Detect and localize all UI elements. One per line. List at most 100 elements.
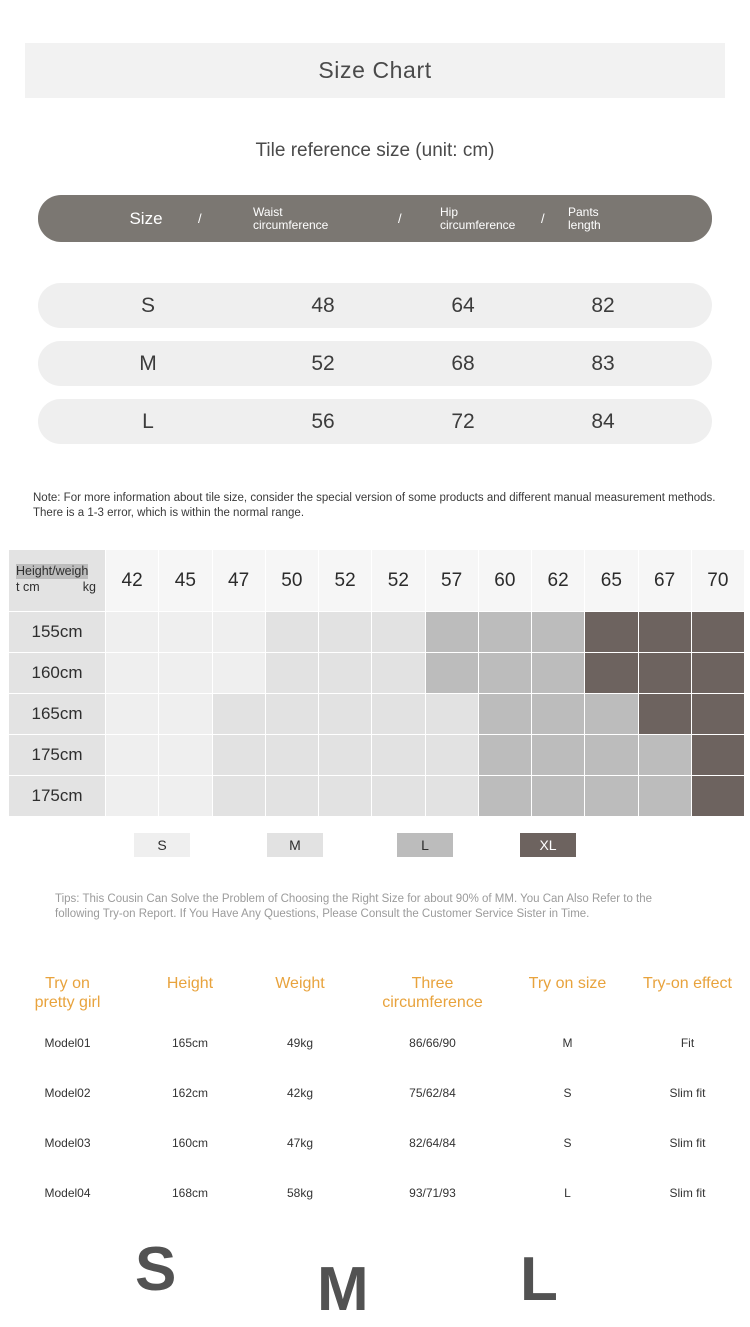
matrix-row: 175cm (8, 734, 746, 776)
matrix-weight-header: 52 (317, 549, 373, 612)
report-header-three-line2: circumference (382, 994, 483, 1011)
report-cell-height: 168cm (171, 1186, 209, 1200)
matrix-row: 160cm (8, 652, 746, 694)
matrix-weight-header: 57 (424, 549, 479, 612)
matrix-cell-xl (690, 611, 746, 653)
report-header-try-on-size: Try on size (528, 975, 607, 992)
table-row: M 52 68 83 (38, 341, 712, 386)
matrix-cell-m (317, 775, 373, 817)
legend-item-s: S (134, 833, 190, 857)
matrix-height-label: 155cm (8, 611, 106, 653)
matrix-cell-m (317, 734, 373, 776)
matrix-cell-l (584, 693, 639, 735)
report-row: Model03 160cm 47kg 82/64/84 S Slim fit (0, 1118, 750, 1168)
matrix-overlay-s: S (135, 1235, 177, 1304)
matrix-row: 155cm (8, 611, 746, 653)
measurement-note: Note: For more information about tile si… (33, 492, 716, 519)
report-cell-effect: Slim fit (669, 1136, 706, 1150)
matrix-cell-m (371, 652, 426, 694)
matrix-cell-m (264, 775, 320, 817)
legend-item-l: L (397, 833, 453, 857)
report-cell-height: 160cm (171, 1136, 209, 1150)
height-weight-matrix: Height/weigh t cm kg 42 45 47 50 52 52 57 60 62 6… (8, 549, 746, 817)
report-cell-size: L (564, 1186, 571, 1200)
matrix-cell-xl (690, 734, 746, 776)
matrix-cell-l (637, 775, 692, 817)
matrix-cell-xl (584, 652, 639, 694)
matrix-row: 165cm (8, 693, 746, 735)
header-separator-1: / (198, 211, 202, 226)
report-cell-effect: Slim fit (669, 1186, 706, 1200)
header-hip-line2: circumference (440, 217, 516, 232)
size-legend: S M L XL (0, 833, 750, 859)
header-waist-circumference: Waist circumference (253, 204, 373, 232)
matrix-cell-m (371, 734, 426, 776)
matrix-height-label: 175cm (8, 734, 106, 776)
report-cell-three: 75/62/84 (409, 1086, 456, 1100)
matrix-cell-l (584, 734, 639, 776)
legend-item-xl: XL (520, 833, 576, 857)
cell-pants: 83 (591, 351, 615, 375)
try-on-report: Try on pretty girl Height Weight Three c… (0, 974, 750, 1218)
matrix-cell-l (530, 775, 586, 817)
report-cell-model: Model03 (44, 1136, 91, 1150)
header-separator-3: / (541, 211, 545, 226)
corner-line-1: Height/weigh (16, 564, 89, 579)
matrix-cell-s (158, 611, 213, 653)
matrix-corner-label: Height/weigh t cm kg (8, 549, 106, 612)
report-row: Model01 165cm 49kg 86/66/90 M Fit (0, 1018, 750, 1068)
matrix-body: 155cm 160cm 165cm 175cm 175cm (8, 611, 746, 817)
table-row: L 56 72 84 (38, 399, 712, 444)
matrix-header-row: Height/weigh t cm kg 42 45 47 50 52 52 57 60 62 6… (8, 549, 746, 612)
matrix-cell-l (477, 693, 533, 735)
matrix-cell-s (104, 734, 160, 776)
report-body: Model01 165cm 49kg 86/66/90 M Fit Model02 162cm… (0, 1018, 750, 1218)
report-header-row: Try on pretty girl Height Weight Three c… (0, 974, 750, 1018)
matrix-weight-header: 67 (637, 549, 692, 612)
matrix-cell-m (317, 652, 373, 694)
report-cell-height: 165cm (171, 1036, 209, 1050)
header-waist-line1: Waist (253, 204, 283, 219)
matrix-cell-xl (637, 611, 692, 653)
cell-waist: 56 (311, 409, 335, 433)
matrix-weight-header: 62 (530, 549, 586, 612)
cell-waist: 52 (311, 351, 335, 375)
matrix-cell-l (530, 611, 586, 653)
report-header-model: Try on pretty girl (0, 974, 135, 1018)
matrix-cell-m (424, 734, 479, 776)
matrix-cell-xl (637, 652, 692, 694)
matrix-cell-m (211, 775, 266, 817)
matrix-cell-m (211, 693, 266, 735)
header-separator-2: / (398, 211, 402, 226)
matrix-cell-m (264, 652, 320, 694)
report-cell-model: Model04 (44, 1186, 91, 1200)
matrix-cell-l (477, 652, 533, 694)
report-cell-weight: 47kg (286, 1136, 314, 1150)
matrix-cell-xl (690, 693, 746, 735)
report-cell-weight: 49kg (286, 1036, 314, 1050)
report-header-model-line1: Try on (45, 975, 90, 992)
report-cell-three: 93/71/93 (409, 1186, 456, 1200)
report-header-try-on-effect: Try-on effect (643, 975, 732, 992)
matrix-cell-s (158, 734, 213, 776)
report-cell-size: S (563, 1086, 572, 1100)
report-cell-size: S (563, 1136, 572, 1150)
matrix-cell-m (424, 775, 479, 817)
matrix-height-label: 175cm (8, 775, 106, 817)
matrix-cell-m (317, 611, 373, 653)
matrix-cell-l (477, 775, 533, 817)
matrix-cell-l (424, 652, 479, 694)
matrix-cell-m (264, 611, 320, 653)
report-cell-height: 162cm (171, 1086, 209, 1100)
matrix-row: 175cm (8, 775, 746, 817)
report-header-height: Height (166, 975, 214, 992)
try-on-report-table: Try on pretty girl Height Weight Three c… (0, 974, 750, 1218)
report-cell-three: 86/66/90 (409, 1036, 456, 1050)
matrix-cell-l (530, 652, 586, 694)
legend-item-m: M (267, 833, 323, 857)
matrix-cell-m (264, 734, 320, 776)
cell-waist: 48 (311, 293, 335, 317)
report-header-three-line1: Three (411, 975, 454, 992)
report-cell-weight: 58kg (286, 1186, 314, 1200)
title-banner: Size Chart (25, 43, 725, 98)
